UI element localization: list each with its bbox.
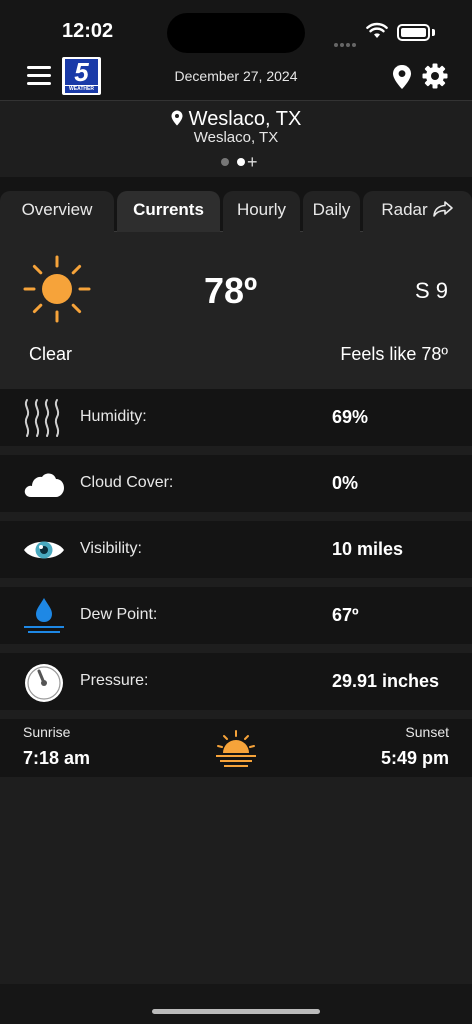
dynamic-island (167, 13, 305, 53)
condition-text: Clear (29, 344, 73, 364)
sunrise-label: Sunrise (23, 724, 71, 740)
dew-point-label: Dew Point: (80, 606, 158, 623)
home-indicator-area (0, 984, 472, 1024)
humidity-label: Humidity: (80, 408, 147, 425)
pressure-label: Pressure: (80, 672, 149, 689)
page-dot-active[interactable] (237, 157, 245, 166)
wifi-icon (366, 22, 388, 38)
sunrise-sunset: Sunrise 7:18 am Sunset 5:49 pm (0, 719, 472, 777)
detail-row-dew-point: Dew Point: 67º (0, 587, 472, 644)
location-pin-icon[interactable] (392, 64, 412, 90)
tab-radar-label: Radar (381, 200, 428, 219)
location-subtitle: Weslaco, TX (193, 129, 279, 146)
status-time: 12:02 (62, 20, 114, 42)
sunset-time: 5:49 pm (380, 748, 449, 768)
home-indicator[interactable] (152, 1009, 320, 1014)
detail-row-visibility: Visibility: 10 miles (0, 521, 472, 578)
location-title: Weslaco, TX (0, 108, 472, 131)
location-selector[interactable]: Weslaco, TX Weslaco, TX + (0, 101, 472, 177)
eye-icon (24, 541, 64, 559)
tab-radar[interactable]: Radar (363, 191, 472, 232)
tab-overview[interactable]: Overview (0, 191, 114, 232)
current-conditions: 78º S 9 Clear Feels like 78º (0, 232, 472, 389)
tab-daily[interactable]: Daily (303, 191, 360, 232)
signal-icon (334, 34, 358, 52)
dew-point-value: 67º (332, 605, 359, 625)
sunrise-time: 7:18 am (23, 748, 91, 768)
location-page-indicator[interactable]: + (221, 153, 258, 171)
app-header: 5 WEATHER December 27, 2024 (0, 56, 472, 101)
logo-text: WEATHER (65, 86, 98, 93)
gauge-icon (25, 664, 63, 702)
cloud-cover-label: Cloud Cover: (80, 474, 174, 491)
detail-row-humidity: Humidity: 69% (0, 389, 472, 446)
share-arrow-icon (432, 201, 453, 217)
wind-value: S 9 (414, 278, 448, 303)
visibility-label: Visibility: (80, 540, 142, 557)
cloud-icon (24, 473, 64, 497)
sun-icon (23, 255, 91, 323)
pressure-value: 29.91 inches (332, 671, 440, 691)
tab-hourly[interactable]: Hourly (223, 191, 300, 232)
humidity-icon (24, 399, 60, 437)
tab-currents[interactable]: Currents (117, 191, 220, 232)
current-temperature: 78º (204, 270, 258, 311)
location-name: Weslaco, TX (188, 108, 302, 130)
tab-bar: Overview Currents Hourly Daily Radar (0, 177, 472, 232)
page-dot[interactable] (221, 157, 229, 166)
location-pin-icon (171, 110, 183, 126)
gear-icon[interactable] (422, 63, 448, 89)
sunset-icon (216, 730, 256, 767)
water-drop-icon (24, 598, 64, 633)
feels-like-text: Feels like 78º (340, 344, 448, 364)
visibility-value: 10 miles (332, 539, 404, 559)
detail-row-cloud-cover: Cloud Cover: 0% (0, 455, 472, 512)
battery-icon (397, 24, 430, 41)
add-location-button[interactable]: + (247, 153, 258, 171)
sunset-label: Sunset (405, 724, 449, 740)
detail-row-pressure: Pressure: 29.91 inches (0, 653, 472, 710)
status-bar: 12:02 (0, 0, 472, 56)
humidity-value: 69% (332, 407, 369, 427)
cloud-cover-value: 0% (332, 473, 359, 493)
